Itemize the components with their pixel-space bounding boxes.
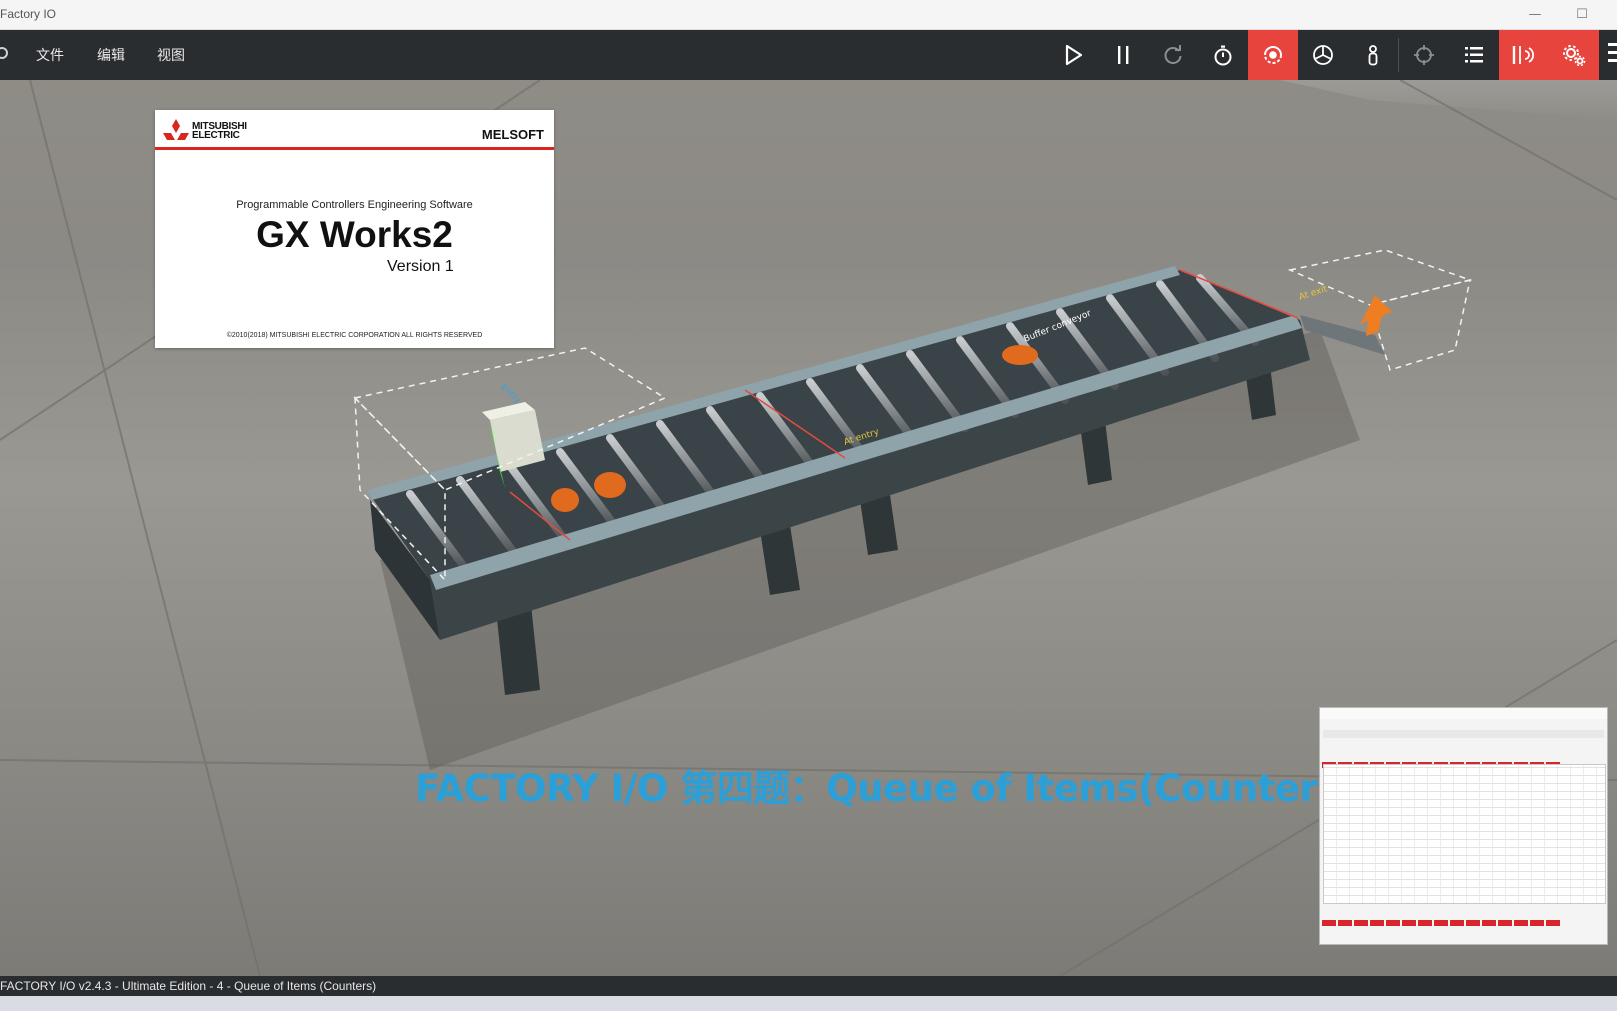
menu-edit[interactable]: 编辑: [97, 45, 125, 65]
taskbar-strip: [0, 996, 1617, 1011]
sensor-signal-icon: [1512, 46, 1535, 64]
mitsubishi-logo-icon: [163, 119, 189, 140]
emitter-label: Entry: [498, 383, 523, 406]
target-icon: [1414, 45, 1434, 65]
splash-title: GX Works2: [256, 214, 453, 255]
monitor-titlebar: [1320, 708, 1607, 719]
back-wall: [1280, 80, 1617, 120]
window-titlebar: Factory IO — ☐: [0, 0, 1617, 30]
plc-monitor-window[interactable]: [1319, 707, 1608, 945]
first-person-button[interactable]: [1348, 30, 1398, 80]
maximize-button[interactable]: ☐: [1570, 4, 1594, 26]
target-button[interactable]: [1399, 30, 1449, 80]
product-family: MELSOFT: [481, 127, 544, 142]
scene-viewport[interactable]: At entry At exit Entry Buffer conveyor M…: [0, 80, 1617, 976]
window-title: Factory IO: [0, 7, 57, 21]
list-icon: [1465, 47, 1483, 63]
gx-works2-splash: MITSUBISHI ELECTRIC MELSOFT Programmable…: [155, 110, 554, 348]
sensor-signal-button[interactable]: [1499, 30, 1549, 80]
splash-divider: [155, 147, 554, 150]
brand-line-2: ELECTRIC: [192, 130, 240, 141]
minimize-button[interactable]: —: [1523, 4, 1547, 26]
splash-subtitle: Programmable Controllers Engineering Sof…: [236, 199, 473, 211]
splash-copyright: ©2010(2018) MITSUBISHI ELECTRIC CORPORAT…: [226, 332, 483, 339]
side-menu-icon[interactable]: [1608, 43, 1617, 67]
splash-version: Version 1: [387, 258, 454, 275]
menu-toolbar: 文件 编辑 视图: [0, 30, 1617, 80]
brand-name: MITSUBISHI ELECTRIC: [192, 122, 247, 141]
camera-orbit-button[interactable]: [1248, 30, 1298, 80]
sensor-label-exit: At exit: [1298, 284, 1329, 303]
play-button[interactable]: [1048, 30, 1098, 80]
monitor-register-grid: [1323, 764, 1606, 904]
reset-button[interactable]: [1148, 30, 1198, 80]
first-person-icon: [1368, 45, 1378, 66]
timer-button[interactable]: [1198, 30, 1248, 80]
status-bar: FACTORY I/O v2.4.3 - Ultimate Edition - …: [0, 976, 1617, 996]
monitor-status-row: [1322, 753, 1562, 768]
monitor-menu: [1320, 719, 1607, 728]
camera-fly-button[interactable]: [1298, 30, 1348, 80]
pause-icon: [1118, 46, 1129, 64]
monitor-toolbar: [1323, 730, 1604, 738]
pause-button[interactable]: [1098, 30, 1148, 80]
menu-view[interactable]: 视图: [157, 45, 185, 65]
home-icon[interactable]: [0, 47, 8, 59]
menu-file[interactable]: 文件: [36, 45, 64, 65]
status-text: FACTORY I/O v2.4.3 - Ultimate Edition - …: [0, 979, 377, 993]
sink-arrow-icon: [1360, 295, 1392, 336]
settings-button[interactable]: [1549, 30, 1599, 80]
monitor-output-row: [1322, 911, 1562, 926]
camera-fly-icon: [1313, 45, 1333, 65]
camera-orbit-icon: [1264, 46, 1282, 64]
stopwatch-icon: [1214, 45, 1232, 66]
play-icon: [1065, 44, 1083, 66]
reset-icon: [1164, 45, 1182, 65]
video-caption: FACTORY I/O 第四题：Queue of Items(Counters): [415, 767, 1356, 810]
list-button[interactable]: [1449, 30, 1499, 80]
settings-gears-icon: [1563, 45, 1586, 67]
